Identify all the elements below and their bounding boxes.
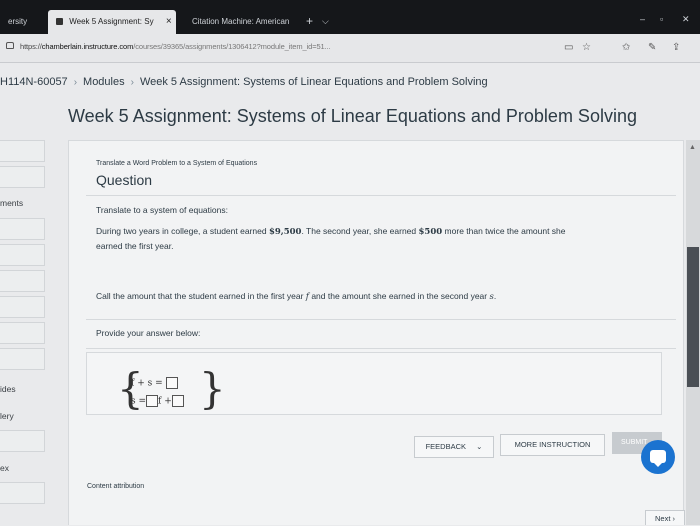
scroll-up-icon[interactable]: ▲ [689, 144, 696, 151]
share-icon[interactable]: ⇪ [672, 42, 680, 53]
new-tab-button[interactable]: + [306, 15, 313, 27]
browser-tab-university[interactable]: ersity [0, 10, 48, 34]
close-window-icon[interactable]: ✕ [682, 14, 690, 25]
course-nav-item[interactable] [0, 166, 45, 188]
page-scrollbar[interactable]: ▲ [686, 140, 700, 525]
feedback-button[interactable]: FEEDBACK ⌄ [414, 436, 494, 458]
amount-more: $500 [418, 227, 443, 237]
question-topic: Translate a Word Problem to a System of … [96, 160, 258, 167]
chevron-down-icon: ⌄ [476, 442, 483, 451]
reading-view-icon[interactable]: ▭ [564, 42, 573, 53]
course-nav-slides[interactable]: ides [0, 384, 16, 394]
breadcrumb-course[interactable]: H114N-60057 [0, 76, 68, 88]
pen-icon[interactable]: ✎ [648, 42, 656, 53]
answer-blank-3[interactable] [171, 395, 184, 407]
tab-label: Week 5 Assignment: Sy [69, 17, 154, 26]
content-attribution-link[interactable]: Content attribution [87, 483, 144, 490]
answer-blank-1[interactable] [165, 377, 178, 389]
provide-answer-label: Provide your answer below: [96, 328, 201, 338]
course-nav-item[interactable] [0, 430, 45, 452]
course-nav-item[interactable] [0, 270, 45, 292]
close-tab-icon[interactable]: × [166, 16, 172, 27]
browser-tab-bar: ersity Week 5 Assignment: Sy × Citation … [0, 0, 700, 34]
breadcrumb-chevron-icon: › [73, 77, 78, 88]
browser-tab-week5-assignment[interactable]: Week 5 Assignment: Sy × [48, 10, 176, 34]
course-nav-item[interactable] [0, 348, 45, 370]
amount-total: $9,500 [268, 227, 302, 237]
breadcrumb-chevron-icon: › [130, 77, 134, 88]
equation-2: s = f + [131, 395, 184, 407]
tab-label: ersity [8, 17, 28, 26]
breadcrumb: H114N-60057 › Modules › Week 5 Assignment: S… [0, 76, 488, 88]
more-instruction-button[interactable]: MORE INSTRUCTION [500, 434, 605, 456]
divider [86, 348, 676, 349]
favorite-star-icon[interactable]: ☆ [582, 42, 591, 53]
right-brace: } [199, 364, 226, 413]
course-nav-assignments[interactable]: ments [0, 198, 23, 208]
course-nav-item[interactable] [0, 140, 45, 162]
browser-tab-citation-machine[interactable]: Citation Machine: American [184, 10, 302, 34]
url-field[interactable]: https://chamberlain.instructure.com/cour… [20, 42, 331, 51]
equation-system: { f + s = s = f + } [117, 368, 226, 414]
divider [86, 319, 676, 320]
divider [86, 195, 676, 196]
course-nav-item[interactable] [0, 244, 45, 266]
course-nav-item[interactable] [0, 322, 45, 344]
chat-button[interactable] [641, 440, 675, 474]
course-nav-item[interactable] [0, 482, 45, 504]
question-variables: Call the amount that the student earned … [96, 291, 497, 302]
tab-list-chevron-icon[interactable]: ⌵ [322, 16, 329, 27]
lock-icon [6, 42, 14, 49]
url-path: /courses/39365/assignments/1306412?modul… [133, 42, 331, 51]
breadcrumb-current: Week 5 Assignment: Systems of Linear Equ… [139, 76, 488, 88]
question-heading: Question [96, 172, 153, 188]
course-nav-gallery[interactable]: lery [0, 411, 14, 421]
canvas-favicon-icon [56, 18, 63, 26]
equation-1: f + s = [131, 377, 178, 389]
page-title: Week 5 Assignment: Systems of Linear Equ… [68, 106, 637, 126]
chat-icon [650, 450, 666, 467]
course-nav-item[interactable] [0, 296, 45, 318]
course-nav-item[interactable] [0, 218, 45, 240]
scrollbar-thumb[interactable] [687, 247, 699, 387]
url-scheme: https:// [20, 42, 42, 51]
next-button[interactable]: Next › [645, 510, 685, 525]
question-problem: During two years in college, a student e… [96, 226, 566, 251]
breadcrumb-modules[interactable]: Modules [83, 76, 125, 88]
address-bar: https://chamberlain.instructure.com/cour… [0, 34, 700, 63]
minimize-icon[interactable]: – [640, 14, 645, 24]
maximize-icon[interactable]: ▫ [660, 14, 663, 24]
answer-blank-2[interactable] [146, 395, 159, 407]
course-nav-index[interactable]: ex [0, 463, 9, 473]
tab-label: Citation Machine: American [192, 17, 290, 26]
url-domain: chamberlain.instructure.com [41, 42, 134, 51]
favorites-hub-icon[interactable]: ✩ [622, 42, 630, 53]
question-instruction: Translate to a system of equations: [96, 205, 228, 215]
